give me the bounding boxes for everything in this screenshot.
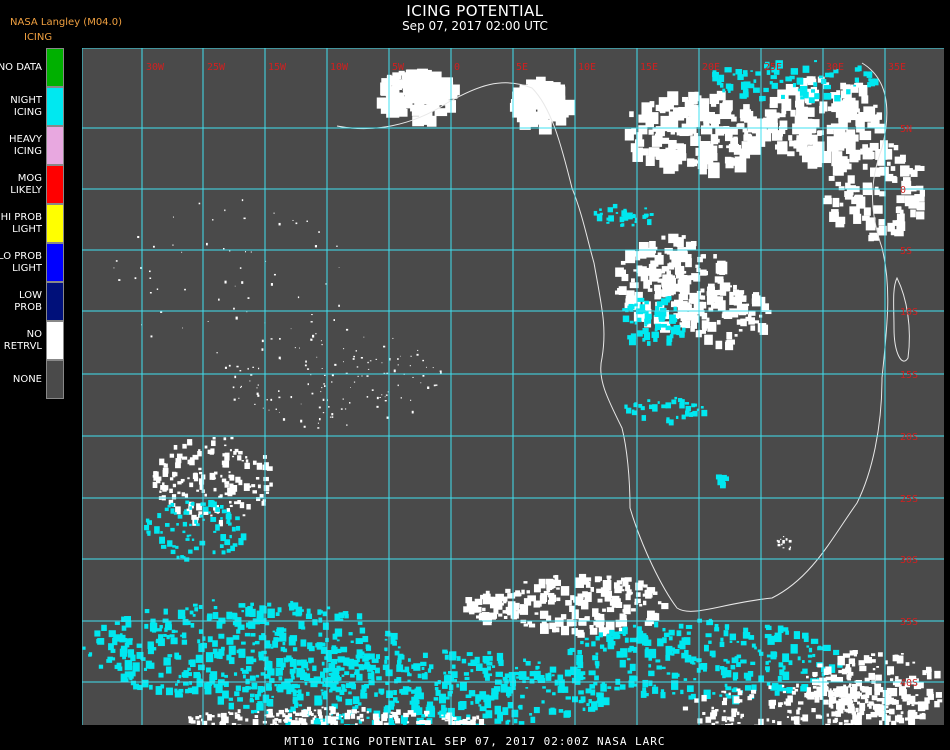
legend: NO DATA NIGHT ICING HEAVY ICING MOG LIKELY H… <box>0 48 64 399</box>
longitude-label: 30W <box>146 62 165 73</box>
legend-label: LO PROB LIGHT <box>0 250 42 274</box>
legend-item: HI PROB LIGHT <box>0 204 64 243</box>
producer-label: NASA Langley (M04.0) <box>10 17 122 28</box>
longitude-label: 5E <box>516 62 528 73</box>
legend-swatch <box>46 165 64 204</box>
latitude-label: 20S <box>900 432 918 443</box>
latitude-label: 5S <box>900 246 912 257</box>
legend-item: NO DATA <box>0 48 64 87</box>
longitude-label: 30E <box>826 62 844 73</box>
icing-map: 30W 25W 15W 10W 5W 0 5E 10E 15E 20E 25E 30E 35E 5N 0 5S… <box>82 48 944 725</box>
title: ICING POTENTIAL <box>406 2 544 20</box>
cloud-layer <box>82 60 943 725</box>
legend-item: LOW PROB <box>0 282 64 321</box>
legend-label: LOW PROB <box>14 289 42 313</box>
longitude-label: 10W <box>330 62 349 73</box>
latitude-label: 35S <box>900 617 918 628</box>
legend-swatch <box>46 282 64 321</box>
latitude-label: 40S <box>900 678 918 689</box>
longitude-label: 15W <box>268 62 287 73</box>
longitude-label: 25W <box>207 62 226 73</box>
legend-swatch <box>46 360 64 399</box>
legend-item: NONE <box>0 360 64 399</box>
legend-swatch <box>46 48 64 87</box>
legend-swatch <box>46 243 64 282</box>
legend-item: NO RETRVL <box>0 321 64 360</box>
legend-label: NO RETRVL <box>3 328 42 352</box>
legend-swatch <box>46 204 64 243</box>
latitude-label: 5N <box>900 124 912 135</box>
legend-label: NONE <box>12 373 42 385</box>
legend-swatch <box>46 321 64 360</box>
map-panel: 30W 25W 15W 10W 5W 0 5E 10E 15E 20E 25E 30E 35E 5N 0 5S… <box>82 48 944 725</box>
longitude-label: 25E <box>764 62 782 73</box>
latitude-label: 30S <box>900 555 918 566</box>
legend-item: HEAVY ICING <box>0 126 64 165</box>
legend-label: HEAVY ICING <box>9 133 42 157</box>
latitude-label: 0 <box>900 185 906 196</box>
longitude-label: 20E <box>702 62 720 73</box>
legend-label: NO DATA <box>0 61 42 73</box>
longitude-label: 35E <box>888 62 906 73</box>
legend-swatch <box>46 87 64 126</box>
legend-item: NIGHT ICING <box>0 87 64 126</box>
subtitle: Sep 07, 2017 02:00 UTC <box>402 19 548 33</box>
longitude-label: 5W <box>392 62 405 73</box>
legend-item: LO PROB LIGHT <box>0 243 64 282</box>
legend-label: MOG LIKELY <box>10 172 42 196</box>
legend-label: NIGHT ICING <box>10 94 42 118</box>
legend-label: HI PROB LIGHT <box>0 211 42 235</box>
longitude-label: 15E <box>640 62 658 73</box>
latitude-label: 15S <box>900 370 918 381</box>
footer-caption: MT10 ICING POTENTIAL SEP 07, 2017 02:00Z… <box>284 735 666 748</box>
longitude-label: 10E <box>578 62 596 73</box>
legend-item: MOG LIKELY <box>0 165 64 204</box>
latitude-label: 25S <box>900 494 918 505</box>
product-label: ICING <box>24 32 53 43</box>
longitude-label: 0 <box>454 62 460 73</box>
coastline-madagascar <box>893 276 910 362</box>
legend-swatch <box>46 126 64 165</box>
latitude-label: 10S <box>900 307 918 318</box>
